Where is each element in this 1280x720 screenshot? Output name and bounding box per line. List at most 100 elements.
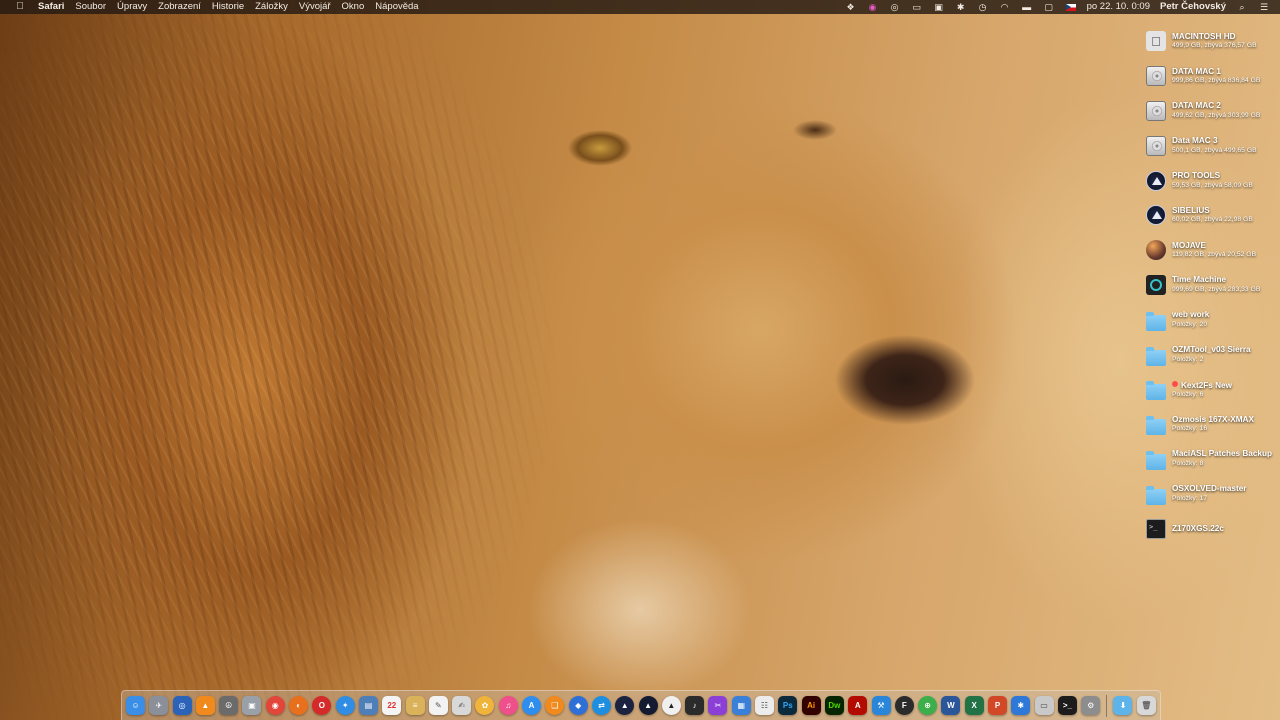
dock-disk-utility-icon[interactable]: ▣ [242,696,262,715]
dock-system-preferences-icon[interactable]: ⚙ [1081,696,1101,715]
dock: ☺ ✈ ◎ ▲ ☮ ▣ ◉ ◐ O ✦ ▤ 22 ≡ ✎ ✍ ✿ ♫ A ❑ ◆ ⇄ ▲ ▲ ▲ ♪ ✂ ▦ ☷ Ps Ai Dw A ⚒ F ⊕ W… [121,690,1161,720]
dock-document-icon[interactable]: ☷ [755,696,775,715]
dock-trash-icon[interactable]: 🗑 [1136,696,1156,715]
dock-hard-drive-utility-icon[interactable]: ▭ [1034,696,1054,715]
notification-center-icon[interactable]: ☰ [1258,2,1270,12]
eye-icon[interactable]: ◎ [889,2,901,12]
dock-calendar-icon[interactable]: 22 [382,696,402,715]
desktop-item-text: Time Machine 999,69 GB, zbývá 283,33 GB [1172,275,1260,294]
battery-icon[interactable]: ▬ [1021,2,1033,12]
dock-books-icon[interactable]: ❑ [545,696,565,715]
dock-xcode-icon[interactable]: ⚒ [871,696,891,715]
desktop-item[interactable]: web work Položky: 20 [1146,302,1280,337]
desktop-item-info: 499,62 GB, zbývá 303,99 GB [1172,111,1261,119]
dock-music-player-icon[interactable]: ♪ [685,696,705,715]
desktop-item[interactable]: MOJAVE 119,82 GB, zbývá 20,52 GB [1146,233,1280,268]
desktop-item-name: MaciASL Patches Backup [1172,449,1272,459]
dock-itunes-icon[interactable]: ♫ [498,696,518,715]
spotlight-search-icon[interactable]: ⌕ [1236,2,1248,12]
desktop-item-info: 500,1 GB, zbývá 499,65 GB [1172,146,1257,154]
wifi-icon[interactable]: ◠ [999,2,1011,12]
menu-user-name[interactable]: Petr Čehovský [1160,0,1226,14]
bluetooth-icon[interactable]: ✱ [955,2,967,12]
desktop-item[interactable]: Z170XGS.22c [1146,511,1280,546]
desktop-item[interactable]: OSXOLVED-master Položky: 17 [1146,476,1280,511]
desktop-item-info: 999,69 GB, zbývá 283,33 GB [1172,285,1261,293]
dock-avid-app-icon[interactable]: ▲ [661,696,681,715]
desktop-item[interactable]: PRO TOOLS 59,53 GB, zbývá 58,09 GB [1146,163,1280,198]
dock-preview-icon[interactable]: ▤ [358,696,378,715]
menu-upravy[interactable]: Úpravy [117,0,147,14]
dock-bluetooth-utility-icon[interactable]: ✱ [1011,696,1031,715]
menu-zobrazeni[interactable]: Zobrazení [158,0,201,14]
apple-menu-icon[interactable]:  [14,0,26,14]
dock-system-utility-icon[interactable]: ◆ [568,696,588,715]
monitor-icon[interactable]: ▭ [911,2,923,12]
dock-opera-icon[interactable]: O [312,696,332,715]
creative-cloud-icon[interactable]: ◉ [867,2,879,12]
desktop-item[interactable]: Kext2Fs New Položky: 6 [1146,372,1280,407]
desktop-item[interactable]: OZMTool_v03 Sierra Položky: 2 [1146,337,1280,372]
dock-final-cut-pro-icon[interactable]: ✂ [708,696,728,715]
dock-word-icon[interactable]: W [941,696,961,715]
desktop-item-name: Z170XGS.22c [1172,523,1224,533]
menu-napoveda[interactable]: Nápověda [375,0,418,14]
dock-textedit-icon[interactable]: ✎ [428,696,448,715]
dock-app-store-icon[interactable]: A [522,696,542,715]
airplay-icon[interactable]: ▢ [1043,2,1055,12]
dock-powerpoint-icon[interactable]: P [987,696,1007,715]
dock-teamviewer-icon[interactable]: ⇄ [591,696,611,715]
desktop-item[interactable]: Time Machine 999,69 GB, zbývá 283,33 GB [1146,268,1280,303]
dock-cleaner-icon[interactable]: ⊕ [918,696,938,715]
dock-safari-blue-icon[interactable]: ◎ [172,696,192,715]
dock-script-editor-icon[interactable]: ✍ [452,696,472,715]
menu-zalozky[interactable]: Záložky [255,0,288,14]
desktop-item-info: Položky: 6 [1172,391,1204,399]
hardware-monitor-icon[interactable]: ▣ [933,2,945,12]
mojave-disk-icon [1146,240,1166,261]
czech-flag-icon[interactable] [1065,2,1077,12]
folder-icon [1146,311,1166,331]
time-machine-icon[interactable]: ◷ [977,2,989,12]
desktop-item[interactable]: DATA MAC 2 499,62 GB, zbývá 303,99 GB [1146,94,1280,129]
menu-app-name[interactable]: Safari [38,0,64,14]
menu-bar-right: ❖ ◉ ◎ ▭ ▣ ✱ ◷ ◠ ▬ ▢ po 22. 10. 0:09 Petr… [845,0,1280,14]
menu-historie[interactable]: Historie [212,0,244,14]
dock-launchpad-icon[interactable]: ✈ [149,696,169,715]
dock-terminal-icon[interactable]: >_ [1057,696,1077,715]
folder-icon [1146,485,1166,505]
desktop-item-text: Ozmosis 167X-XMAX Položky: 16 [1172,415,1254,434]
dock-safari-icon[interactable]: ✦ [335,696,355,715]
desktop-item[interactable]: DATA MAC 1 999,86 GB, zbývá 836,84 GB [1146,59,1280,94]
menu-clock[interactable]: po 22. 10. 0:09 [1087,0,1150,14]
desktop-item[interactable]: Data MAC 3 500,1 GB, zbývá 499,65 GB [1146,128,1280,163]
dock-pacifist-icon[interactable]: ☮ [219,696,239,715]
dock-photoshop-icon[interactable]: Ps [778,696,798,715]
dock-sibelius-icon[interactable]: ▲ [638,696,658,715]
dock-excel-icon[interactable]: X [964,696,984,715]
folder-icon [1146,416,1166,436]
desktop-item[interactable]: SIBELIUS 60,02 GB, zbývá 22,98 GB [1146,198,1280,233]
menu-soubor[interactable]: Soubor [75,0,106,14]
dock-acrobat-icon[interactable]: A [848,696,868,715]
desktop-item[interactable]: Ozmosis 167X-XMAX Položky: 16 [1146,407,1280,442]
dock-downloads-folder-icon[interactable]: ⬇ [1113,696,1133,715]
dock-finder-icon[interactable]: ☺ [126,696,145,715]
dock-notes-icon[interactable]: ≡ [405,696,425,715]
dock-firefox-icon[interactable]: ◐ [289,696,309,715]
dock-image-capture-icon[interactable]: ▦ [731,696,751,715]
dock-dreamweaver-icon[interactable]: Dw [824,696,844,715]
dock-photos-icon[interactable]: ✿ [475,696,495,715]
menu-okno[interactable]: Okno [342,0,365,14]
dock-chrome-icon[interactable]: ◉ [265,696,285,715]
dock-pro-tools-icon[interactable]: ▲ [615,696,635,715]
desktop-item-name: Kext2Fs New [1181,380,1232,390]
menu-vyvojar[interactable]: Vývojář [299,0,331,14]
desktop-item-text: Z170XGS.22c [1172,524,1224,534]
dropbox-icon[interactable]: ❖ [845,2,857,12]
dock-illustrator-icon[interactable]: Ai [801,696,821,715]
dock-fontexplorer-icon[interactable]: F [894,696,914,715]
desktop-item[interactable]: MaciASL Patches Backup Položky: 8 [1146,442,1280,477]
dock-vlc-icon[interactable]: ▲ [195,696,215,715]
desktop-item[interactable]:  MACINTOSH HD499,9 GB, zbývá 376,57 GB [1146,24,1280,59]
